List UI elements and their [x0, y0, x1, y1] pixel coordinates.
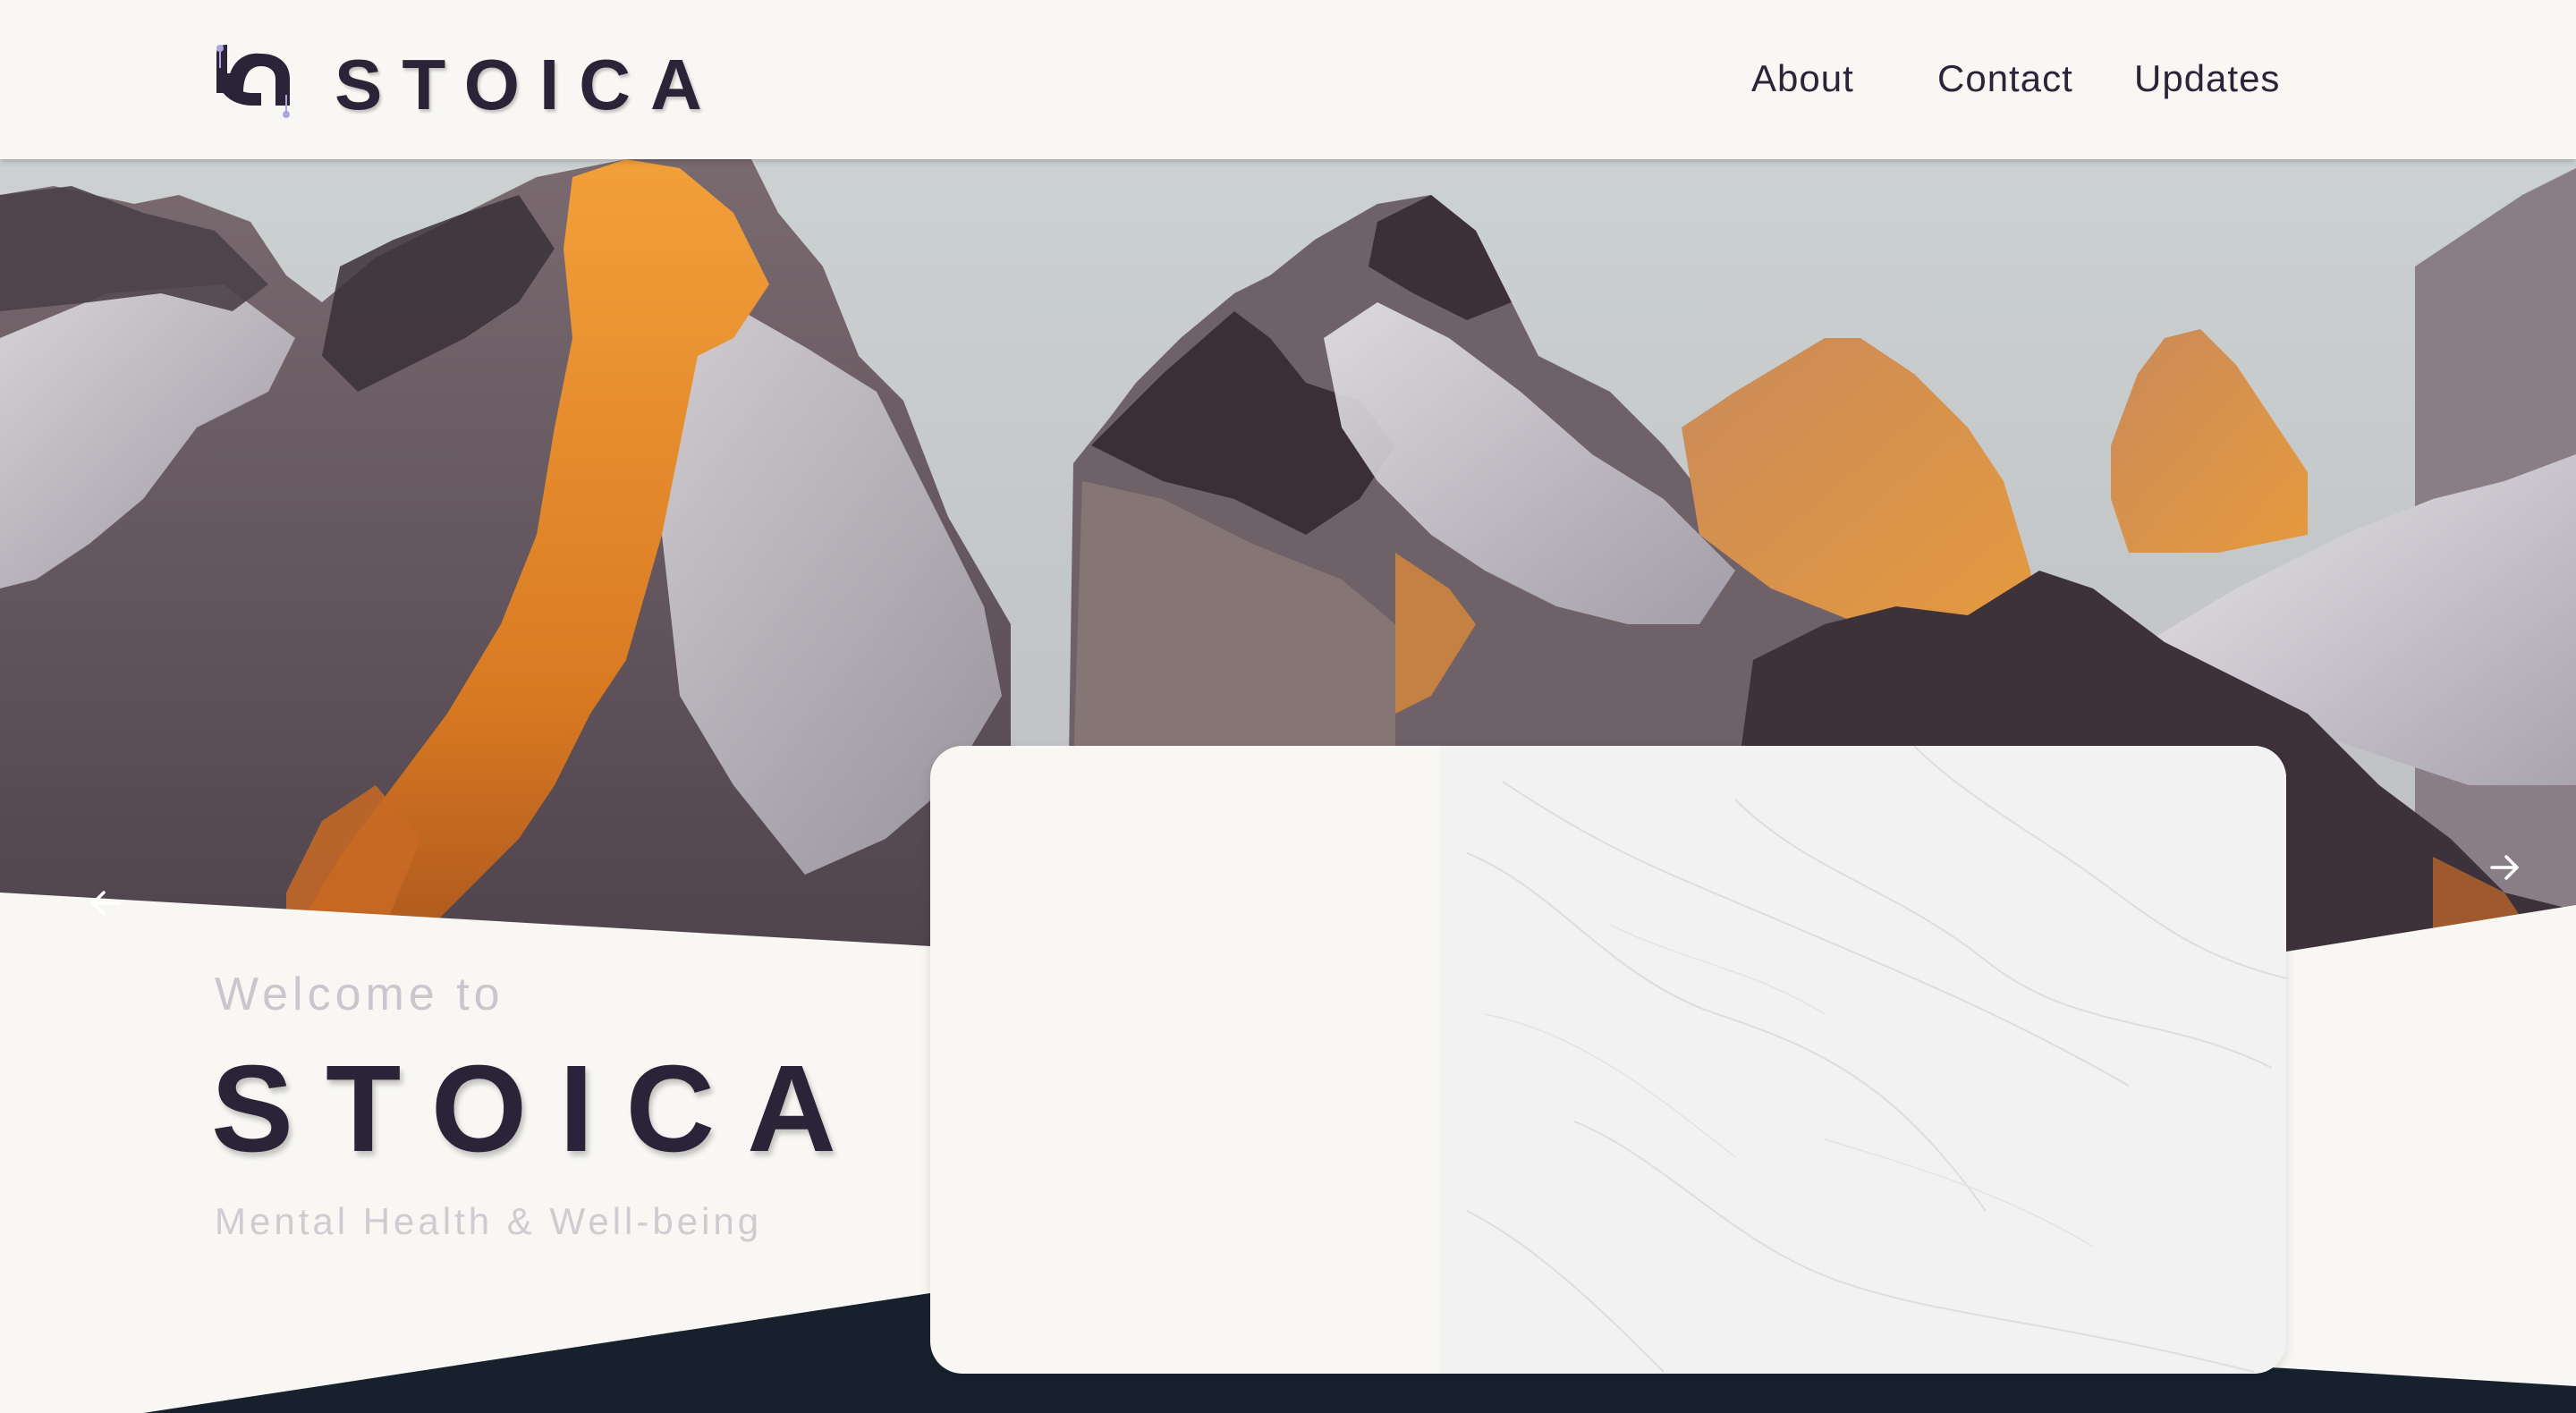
feature-card: [930, 746, 2286, 1374]
site-header: STOICA About Contact Updates: [0, 0, 2576, 159]
welcome-text: Welcome to: [215, 969, 504, 1020]
carousel-next-button[interactable]: [2478, 841, 2531, 894]
logo[interactable]: STOICA: [211, 41, 702, 124]
arrow-left-icon: [91, 891, 120, 916]
marble-texture-image: [1440, 746, 2286, 1374]
brand-title: STOICA: [211, 1040, 869, 1178]
nav-contact-link[interactable]: Contact: [1937, 55, 2073, 102]
arrow-right-icon: [2490, 855, 2519, 880]
nav-about-link[interactable]: About: [1751, 55, 1854, 102]
stoica-logo-icon: [216, 45, 290, 118]
tagline: Mental Health & Well-being: [215, 1200, 763, 1242]
carousel-prev-button[interactable]: [79, 876, 132, 930]
nav-updates-link[interactable]: Updates: [2134, 55, 2280, 102]
logo-text: STOICA: [335, 45, 722, 124]
